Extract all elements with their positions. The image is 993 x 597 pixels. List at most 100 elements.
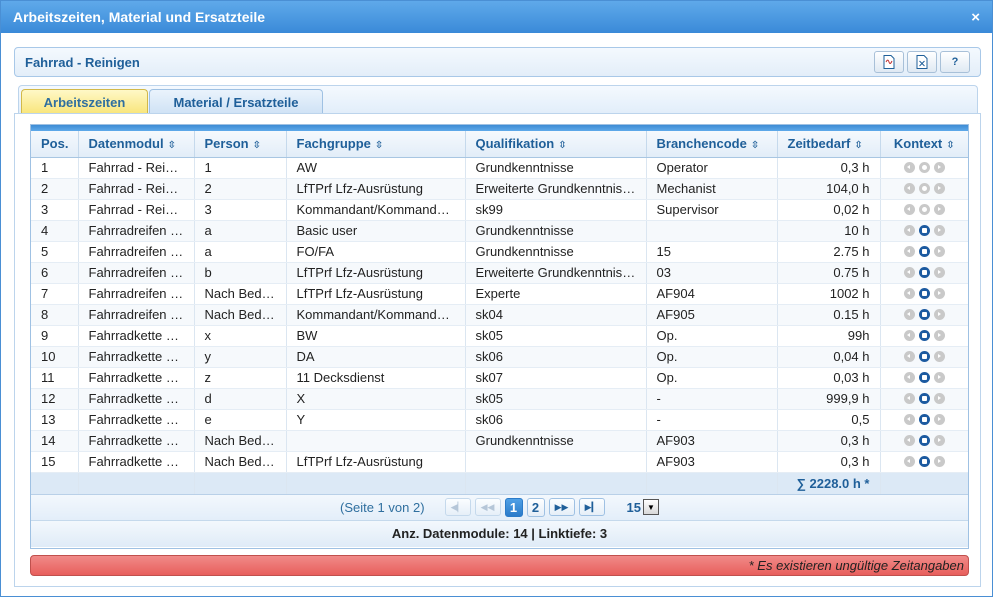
context-next-icon[interactable] bbox=[933, 414, 945, 425]
table-row[interactable]: 11 Fahrradkette ölen z 11 Decksdienst sk07 Op… bbox=[31, 367, 968, 389]
column-header-fachgruppe[interactable]: Fachgruppe ⇳ bbox=[286, 131, 466, 158]
next-page-button[interactable]: ▶▶ bbox=[548, 498, 575, 516]
context-prev-icon[interactable] bbox=[903, 393, 915, 404]
export-excel-button[interactable] bbox=[907, 51, 937, 73]
context-open-icon[interactable] bbox=[918, 267, 930, 278]
window-title: Arbeitszeiten, Material und Ersatzteile bbox=[13, 9, 266, 25]
context-open-icon[interactable] bbox=[918, 393, 930, 404]
context-open-icon[interactable] bbox=[918, 414, 930, 425]
context-next-icon[interactable] bbox=[933, 183, 945, 194]
context-next-icon[interactable] bbox=[933, 351, 945, 362]
context-prev-icon[interactable] bbox=[903, 246, 915, 257]
context-next-icon[interactable] bbox=[933, 225, 945, 236]
prev-page-button[interactable]: ◀◀ bbox=[474, 498, 501, 516]
table-row[interactable]: 9 Fahrradkette ölen x BW sk05 Op. 99h bbox=[31, 325, 968, 347]
table-row[interactable]: 15 Fahrradkette ölen Nach Bedarf LfTPrf Lfz… bbox=[31, 451, 968, 473]
pager: (Seite 1 von 2) ◀▏ ◀◀ 1 2 ▶▶ ▶▎ 15 ▼ bbox=[31, 494, 968, 521]
context-prev-icon[interactable] bbox=[903, 288, 915, 299]
column-header-branchencode[interactable]: Branchencode ⇳ bbox=[646, 131, 778, 158]
sum-cell-empty bbox=[31, 472, 79, 495]
context-next-icon[interactable] bbox=[933, 162, 945, 173]
context-open-icon[interactable] bbox=[918, 246, 930, 257]
table-row[interactable]: 3 Fahrrad - Reinigen 3 Kommandant/Kommandeu… bbox=[31, 199, 968, 221]
context-next-icon[interactable] bbox=[933, 309, 945, 320]
cell-fachgruppe: Basic user bbox=[286, 220, 466, 242]
context-open-icon[interactable] bbox=[918, 435, 930, 446]
tab-arbeitszeiten[interactable]: Arbeitszeiten bbox=[21, 89, 148, 114]
tab-bar: Arbeitszeiten Material / Ersatzteile bbox=[18, 85, 978, 114]
column-header-zeitbedarf[interactable]: Zeitbedarf ⇳ bbox=[777, 131, 881, 158]
help-button[interactable]: ? bbox=[940, 51, 970, 73]
cell-qualifikation: Erweiterte Grundkenntnisse bbox=[465, 262, 647, 284]
cell-qualifikation: Grundkenntnisse bbox=[465, 241, 647, 263]
context-prev-icon[interactable] bbox=[903, 225, 915, 236]
context-prev-icon[interactable] bbox=[903, 330, 915, 341]
context-open-icon[interactable] bbox=[918, 183, 930, 194]
context-next-icon[interactable] bbox=[933, 288, 945, 299]
page-size-select[interactable]: 15 ▼ bbox=[627, 499, 659, 515]
column-header-qualifikation[interactable]: Qualifikation ⇳ bbox=[465, 131, 647, 158]
dropdown-arrow-icon[interactable]: ▼ bbox=[643, 499, 659, 515]
context-open-icon[interactable] bbox=[918, 288, 930, 299]
table-row[interactable]: 2 Fahrrad - Reinigen 2 LfTPrf Lfz-Ausrüstun… bbox=[31, 178, 968, 200]
table-row[interactable]: 5Fahrradreifen wechselnaFO/FAGrundkenntn… bbox=[31, 241, 968, 263]
page-1-button[interactable]: 1 bbox=[504, 497, 523, 517]
context-open-icon[interactable] bbox=[918, 162, 930, 173]
cell-datenmodul: Fahrrad - Reinigen bbox=[78, 199, 195, 221]
cell-kontext bbox=[880, 430, 968, 452]
column-header-kontext[interactable]: Kontext ⇳ bbox=[880, 131, 968, 158]
cell-fachgruppe: LfTPrf Lfz-Ausrüstung bbox=[286, 178, 466, 200]
page-2-button[interactable]: 2 bbox=[526, 497, 545, 517]
table-row[interactable]: 10 Fahrradkette ölen y DA sk06 Op. 0,04 h bbox=[31, 346, 968, 368]
context-open-icon[interactable] bbox=[918, 456, 930, 467]
context-next-icon[interactable] bbox=[933, 330, 945, 341]
table-row[interactable]: 1 Fahrrad - Reinigen 1 AW Grundkenntnisse Ope… bbox=[31, 157, 968, 179]
table-row[interactable]: 14 Fahrradkette ölen Nach Bedarf Grundkennt… bbox=[31, 430, 968, 452]
context-open-icon[interactable] bbox=[918, 351, 930, 362]
context-open-icon[interactable] bbox=[918, 330, 930, 341]
table-row[interactable]: 4Fahrradreifen wechselnaBasic userGrundk… bbox=[31, 220, 968, 242]
context-prev-icon[interactable] bbox=[903, 372, 915, 383]
table-row[interactable]: 12 Fahrradkette ölen d Xsk05-999,9 h bbox=[31, 388, 968, 410]
context-open-icon[interactable] bbox=[918, 204, 930, 215]
context-prev-icon[interactable] bbox=[903, 162, 915, 173]
table-row[interactable]: 13 Fahrradkette ölen e Ysk06-0,5 bbox=[31, 409, 968, 431]
context-prev-icon[interactable] bbox=[903, 351, 915, 362]
context-prev-icon[interactable] bbox=[903, 435, 915, 446]
table-row[interactable]: 8Fahrradreifen wechselnNach BedarfKomman… bbox=[31, 304, 968, 326]
context-next-icon[interactable] bbox=[933, 204, 945, 215]
context-next-icon[interactable] bbox=[933, 435, 945, 446]
first-page-button[interactable]: ◀▏ bbox=[444, 498, 471, 516]
context-prev-icon[interactable] bbox=[903, 414, 915, 425]
cell-fachgruppe: 11 Decksdienst bbox=[286, 367, 466, 389]
context-prev-icon[interactable] bbox=[903, 267, 915, 278]
last-page-button[interactable]: ▶▎ bbox=[578, 498, 605, 516]
cell-kontext bbox=[880, 409, 968, 431]
context-prev-icon[interactable] bbox=[903, 309, 915, 320]
cell-datenmodul: Fahrradkette ölen bbox=[78, 325, 195, 347]
cell-person: a bbox=[194, 241, 287, 263]
column-header-pos[interactable]: Pos. bbox=[31, 131, 79, 158]
context-prev-icon[interactable] bbox=[903, 456, 915, 467]
context-next-icon[interactable] bbox=[933, 372, 945, 383]
cell-kontext bbox=[880, 199, 968, 221]
export-pdf-button[interactable] bbox=[874, 51, 904, 73]
context-next-icon[interactable] bbox=[933, 456, 945, 467]
column-header-datenmodul[interactable]: Datenmodul ⇳ bbox=[78, 131, 195, 158]
context-open-icon[interactable] bbox=[918, 372, 930, 383]
context-prev-icon[interactable] bbox=[903, 183, 915, 194]
column-header-person[interactable]: Person ⇳ bbox=[194, 131, 287, 158]
context-open-icon[interactable] bbox=[918, 225, 930, 236]
context-next-icon[interactable] bbox=[933, 267, 945, 278]
table-row[interactable]: 6Fahrradreifen wechselnbLfTPrf Lfz-Ausrü… bbox=[31, 262, 968, 284]
close-icon[interactable]: × bbox=[971, 9, 980, 26]
tab-material-ersatzteile[interactable]: Material / Ersatzteile bbox=[149, 89, 323, 114]
cell-zeitbedarf: 0,5 bbox=[777, 409, 881, 431]
context-open-icon[interactable] bbox=[918, 309, 930, 320]
context-prev-icon[interactable] bbox=[903, 204, 915, 215]
context-next-icon[interactable] bbox=[933, 393, 945, 404]
sum-cell-empty bbox=[286, 472, 466, 495]
context-next-icon[interactable] bbox=[933, 246, 945, 257]
table-row[interactable]: 7Fahrradreifen wechselnNach BedarfLfTPrf… bbox=[31, 283, 968, 305]
cell-person: Nach Bedarf bbox=[194, 304, 287, 326]
